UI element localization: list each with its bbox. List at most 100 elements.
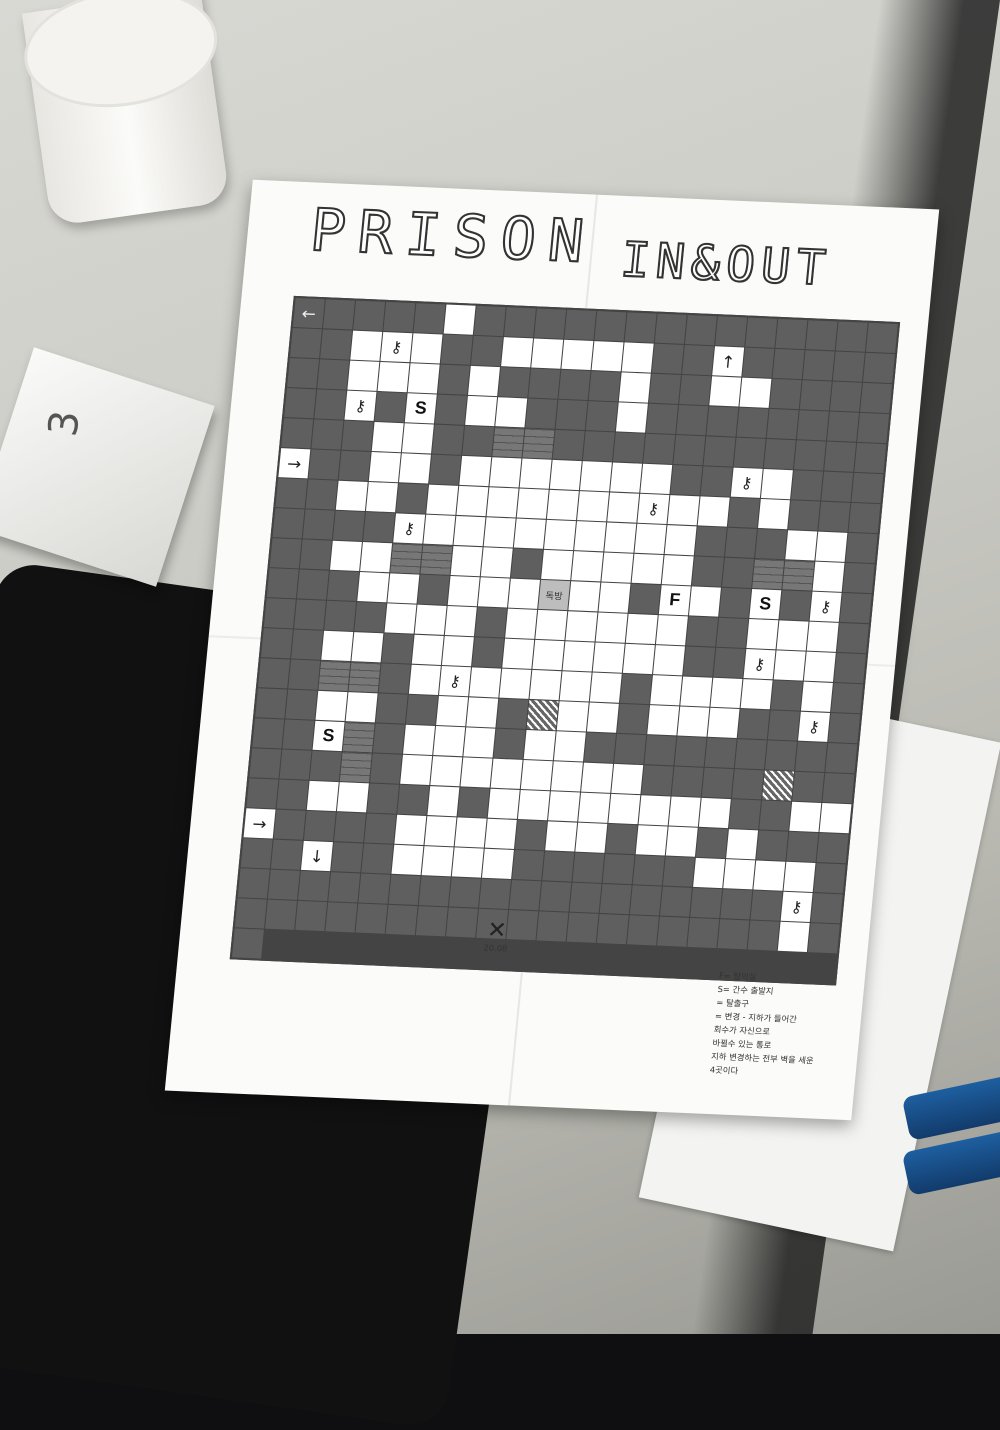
wall-cell bbox=[314, 389, 347, 420]
path-cell bbox=[753, 860, 786, 891]
wall-cell bbox=[816, 833, 849, 864]
wall-cell bbox=[372, 723, 405, 754]
path-cell bbox=[689, 586, 721, 617]
path-cell bbox=[357, 572, 390, 603]
path-cell bbox=[556, 701, 589, 732]
path-cell bbox=[707, 707, 740, 739]
wall-cell bbox=[473, 305, 506, 337]
path-cell bbox=[468, 365, 500, 397]
wall-cell bbox=[415, 906, 448, 937]
wall-cell bbox=[375, 693, 408, 724]
wall-cell bbox=[584, 732, 616, 763]
path-cell bbox=[513, 518, 546, 549]
path-cell bbox=[549, 459, 582, 491]
wall-cell bbox=[240, 838, 273, 869]
brick-cell bbox=[782, 560, 815, 591]
wall-cell bbox=[432, 424, 464, 455]
guard-start-cell: S bbox=[404, 393, 437, 424]
wall-cell bbox=[237, 868, 270, 899]
wall-cell bbox=[405, 694, 438, 725]
key-icon: ⚷ bbox=[819, 597, 833, 617]
path-cell bbox=[579, 461, 612, 492]
wall-cell bbox=[679, 375, 712, 406]
wall-cell bbox=[317, 359, 350, 390]
wall-cell bbox=[769, 378, 802, 410]
wall-cell bbox=[354, 602, 387, 633]
wall-cell bbox=[756, 830, 789, 861]
key-cell: ⚷ bbox=[743, 649, 776, 680]
path-cell bbox=[391, 844, 424, 876]
path-cell bbox=[330, 540, 362, 571]
key-cell: ⚷ bbox=[730, 467, 763, 498]
wall-cell bbox=[717, 919, 750, 950]
wall-cell bbox=[724, 527, 757, 558]
wall-cell bbox=[775, 318, 808, 350]
brick-cell bbox=[342, 722, 375, 753]
path-cell bbox=[621, 342, 654, 373]
wall-cell bbox=[713, 647, 746, 678]
path-cell bbox=[607, 492, 640, 523]
path-cell bbox=[531, 338, 564, 369]
wall-cell bbox=[249, 748, 282, 779]
wall-cell bbox=[281, 418, 314, 449]
wall-cell bbox=[779, 590, 812, 621]
path-cell bbox=[489, 457, 522, 488]
wall-cell bbox=[786, 831, 819, 862]
path-cell bbox=[581, 762, 614, 793]
path-cell bbox=[399, 453, 431, 484]
path-cell bbox=[529, 669, 562, 701]
key-cell: ⚷ bbox=[439, 666, 471, 697]
path-cell bbox=[347, 360, 380, 391]
brick-cell bbox=[339, 752, 372, 783]
wall-cell bbox=[266, 568, 299, 599]
path-cell bbox=[414, 604, 447, 635]
wall-cell bbox=[651, 343, 684, 374]
wall-cell bbox=[632, 855, 665, 886]
wall-cell bbox=[733, 437, 766, 468]
wall-cell bbox=[799, 380, 832, 411]
paper-box: 3 bbox=[0, 347, 215, 587]
wall-cell bbox=[287, 358, 319, 389]
wall-cell bbox=[821, 471, 854, 502]
wall-cell bbox=[231, 928, 264, 959]
path-cell bbox=[815, 531, 848, 562]
wall-cell bbox=[299, 539, 332, 570]
path-cell bbox=[459, 455, 492, 487]
arrow-right-icon: → bbox=[286, 453, 303, 474]
wall-cell bbox=[331, 842, 364, 873]
path-cell bbox=[758, 498, 790, 530]
wall-cell bbox=[629, 885, 662, 916]
path-cell bbox=[394, 814, 427, 846]
wall-cell bbox=[759, 800, 792, 831]
exit-hole-cell bbox=[526, 699, 559, 731]
wall-cell bbox=[552, 429, 585, 461]
path-cell bbox=[505, 608, 538, 639]
wall-cell bbox=[289, 328, 322, 359]
path-cell bbox=[697, 496, 730, 527]
path-cell bbox=[760, 468, 793, 500]
path-cell bbox=[565, 611, 598, 642]
path-cell bbox=[561, 339, 594, 371]
wall-cell bbox=[716, 617, 749, 648]
wall-cell bbox=[825, 743, 858, 774]
wall-cell bbox=[719, 587, 752, 618]
path-cell bbox=[365, 482, 398, 513]
path-cell bbox=[601, 552, 634, 583]
wall-cell bbox=[624, 312, 657, 343]
wall-cell bbox=[715, 316, 748, 347]
path-cell bbox=[615, 402, 648, 433]
wall-cell bbox=[276, 779, 309, 810]
path-cell bbox=[668, 796, 701, 827]
path-cell bbox=[710, 677, 743, 709]
key-icon: ⚷ bbox=[448, 671, 462, 691]
path-cell bbox=[586, 702, 619, 733]
path-cell bbox=[562, 641, 595, 672]
wall-cell bbox=[857, 412, 890, 444]
wall-cell bbox=[796, 410, 829, 441]
wall-cell bbox=[649, 373, 681, 404]
wall-cell bbox=[258, 658, 290, 689]
exit-arrow-cell: ← bbox=[292, 298, 325, 329]
wall-cell bbox=[272, 508, 305, 539]
wall-cell bbox=[252, 718, 285, 749]
path-cell bbox=[604, 522, 637, 553]
